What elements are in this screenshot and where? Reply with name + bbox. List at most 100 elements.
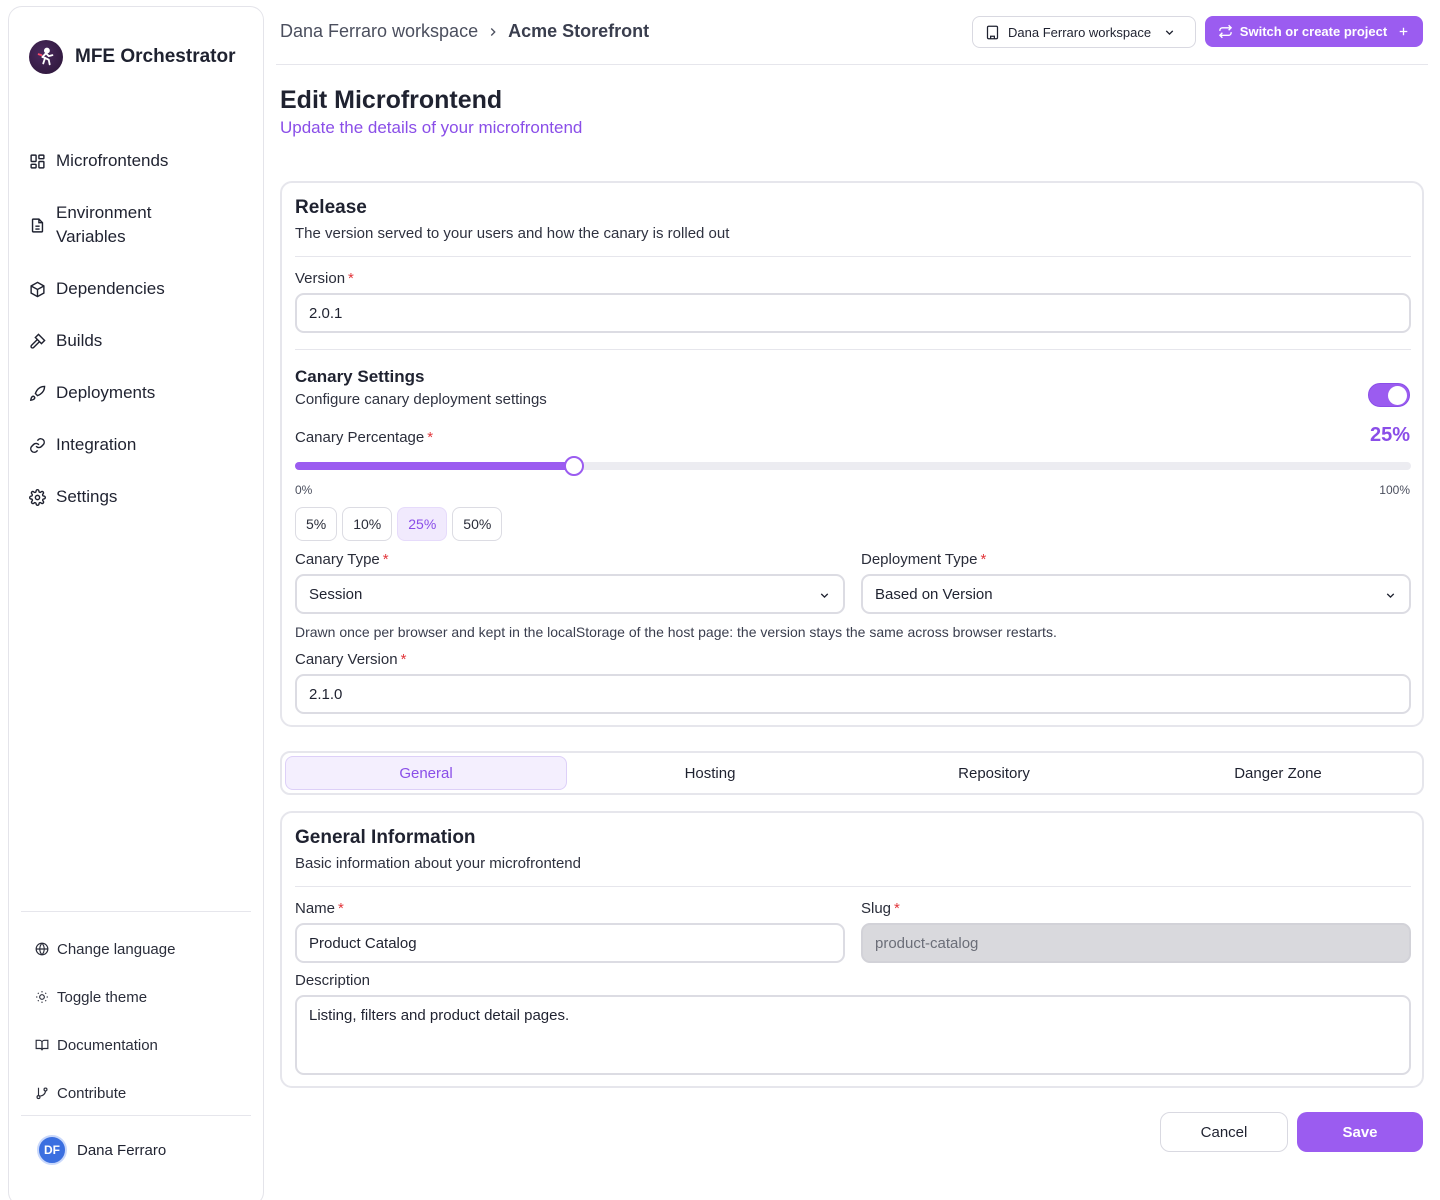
divider <box>295 886 1411 887</box>
breadcrumb: Dana Ferraro workspace Acme Storefront <box>280 21 649 42</box>
canary-percentage-label: Canary Percentage * <box>295 429 434 446</box>
user-name: Dana Ferraro <box>77 1141 167 1159</box>
arrows-swap-icon <box>1218 24 1232 39</box>
release-description: The version served to your users and how… <box>295 225 730 242</box>
chevron-down-icon <box>1386 593 1395 599</box>
sidebar-item-label: Deployments <box>56 383 156 402</box>
git-branch-icon <box>36 1087 48 1100</box>
canary-version-input[interactable]: 2.1.0 <box>295 674 1411 714</box>
page-title: Edit Microfrontend <box>280 86 503 114</box>
tab-general[interactable]: General <box>285 756 567 790</box>
canary-type-label: Canary Type * <box>295 551 389 568</box>
documentation-label: Documentation <box>57 1036 158 1054</box>
version-label: Version * <box>295 270 354 287</box>
slug-label: Slug * <box>861 900 900 917</box>
toggle-theme-label: Toggle theme <box>57 988 148 1006</box>
workspace-select[interactable]: Dana Ferraro workspace <box>972 16 1196 48</box>
book-icon <box>35 1039 49 1051</box>
sidebar-item-label: Integration <box>56 435 137 454</box>
avatar: DF <box>37 1135 67 1165</box>
description-textarea[interactable]: Listing, filters and product detail page… <box>295 995 1411 1075</box>
chevron-down-icon <box>1165 29 1174 35</box>
slider-min-label: 0% <box>295 483 313 497</box>
brand[interactable]: MFE Orchestrator <box>29 40 235 74</box>
canary-type-value: Session <box>309 585 363 603</box>
sidebar-item-environment-variables[interactable]: Environment Variables <box>29 187 249 263</box>
chevron-right-icon <box>490 27 496 36</box>
contribute-label: Contribute <box>57 1084 127 1102</box>
sidebar-item-label: Builds <box>56 331 103 350</box>
sidebar-item-microfrontends[interactable]: Microfrontends <box>29 135 249 187</box>
breadcrumb-project: Acme Storefront <box>508 21 650 41</box>
change-language-button[interactable]: Change language <box>35 925 245 973</box>
canary-percentage-slider[interactable] <box>295 456 1411 476</box>
percentage-presets: 5% 10% 25% 50% <box>295 507 503 541</box>
canary-settings-description: Configure canary deployment settings <box>295 391 547 408</box>
package-icon <box>30 281 45 297</box>
deployment-type-label: Deployment Type * <box>861 551 987 568</box>
deployment-type-select[interactable]: Based on Version <box>861 574 1411 614</box>
contribute-link[interactable]: Contribute <box>35 1069 245 1117</box>
hammer-icon <box>30 332 46 349</box>
slider-max-label: 100% <box>1379 483 1410 497</box>
save-button[interactable]: Save <box>1297 1112 1423 1152</box>
tab-hosting[interactable]: Hosting <box>569 756 851 790</box>
workspace-select-value: Dana Ferraro workspace <box>1008 24 1152 40</box>
divider <box>295 256 1411 257</box>
switch-project-button[interactable]: Switch or create project <box>1205 16 1423 47</box>
top-bar: Dana Ferraro workspace Acme Storefront D… <box>276 0 1428 65</box>
change-language-label: Change language <box>57 940 176 958</box>
sidebar-item-integration[interactable]: Integration <box>29 419 249 471</box>
canary-settings-title: Canary Settings <box>295 367 425 386</box>
plus-icon <box>1399 27 1408 36</box>
sidebar-item-dependencies[interactable]: Dependencies <box>29 263 249 315</box>
canary-type-help: Drawn once per browser and kept in the l… <box>295 624 1057 640</box>
file-text-icon <box>31 217 44 233</box>
grid-icon <box>30 153 45 169</box>
user-menu[interactable]: DF Dana Ferraro <box>37 1135 166 1165</box>
general-info-title: General Information <box>295 827 476 848</box>
sidebar-divider <box>21 911 251 912</box>
version-input[interactable]: 2.0.1 <box>295 293 1411 333</box>
name-label: Name * <box>295 900 344 917</box>
toggle-knob <box>1388 386 1407 405</box>
breadcrumb-workspace[interactable]: Dana Ferraro workspace <box>280 21 478 42</box>
sidebar-item-label: Settings <box>56 487 118 506</box>
toggle-theme-button[interactable]: Toggle theme <box>35 973 245 1021</box>
preset-50-button[interactable]: 50% <box>452 507 503 541</box>
preset-10-button[interactable]: 10% <box>342 507 393 541</box>
sidebar-item-label: Microfrontends <box>56 151 169 170</box>
canary-toggle[interactable] <box>1368 383 1410 407</box>
canary-percentage-readout: 25% <box>1369 424 1410 446</box>
canary-type-select[interactable]: Session <box>295 574 845 614</box>
tab-repository[interactable]: Repository <box>853 756 1135 790</box>
gear-icon <box>29 488 46 506</box>
documentation-link[interactable]: Documentation <box>35 1021 245 1069</box>
divider <box>295 349 1411 350</box>
sidebar: MFE Orchestrator Microfrontends Environm… <box>8 6 264 1200</box>
sidebar-item-settings[interactable]: Settings <box>29 471 249 523</box>
preset-5-button[interactable]: 5% <box>295 507 338 541</box>
brand-title: MFE Orchestrator <box>75 46 236 67</box>
slider-thumb[interactable] <box>564 456 584 476</box>
cancel-button[interactable]: Cancel <box>1160 1112 1288 1152</box>
sidebar-item-deployments[interactable]: Deployments <box>29 367 249 419</box>
preset-25-button[interactable]: 25% <box>397 507 448 541</box>
deployment-type-value: Based on Version <box>875 585 993 603</box>
release-card: Release The version served to your users… <box>280 181 1424 727</box>
sidebar-divider <box>21 1115 251 1116</box>
sidebar-item-label: Environment Variables <box>56 203 152 246</box>
switch-project-label: Switch or create project <box>1239 24 1388 39</box>
canary-version-label: Canary Version * <box>295 651 407 668</box>
settings-tabs: General Hosting Repository Danger Zone <box>280 751 1424 795</box>
release-title: Release <box>295 197 367 218</box>
rocket-icon <box>29 385 46 401</box>
tab-danger-zone[interactable]: Danger Zone <box>1137 756 1419 790</box>
link-icon <box>30 437 45 453</box>
chevron-down-icon <box>820 593 829 599</box>
name-input[interactable]: Product Catalog <box>295 923 845 963</box>
page-subtitle: Update the details of your microfrontend <box>280 118 583 137</box>
sidebar-item-label: Dependencies <box>56 279 165 298</box>
sidebar-item-builds[interactable]: Builds <box>29 315 249 367</box>
building-icon <box>986 25 999 39</box>
